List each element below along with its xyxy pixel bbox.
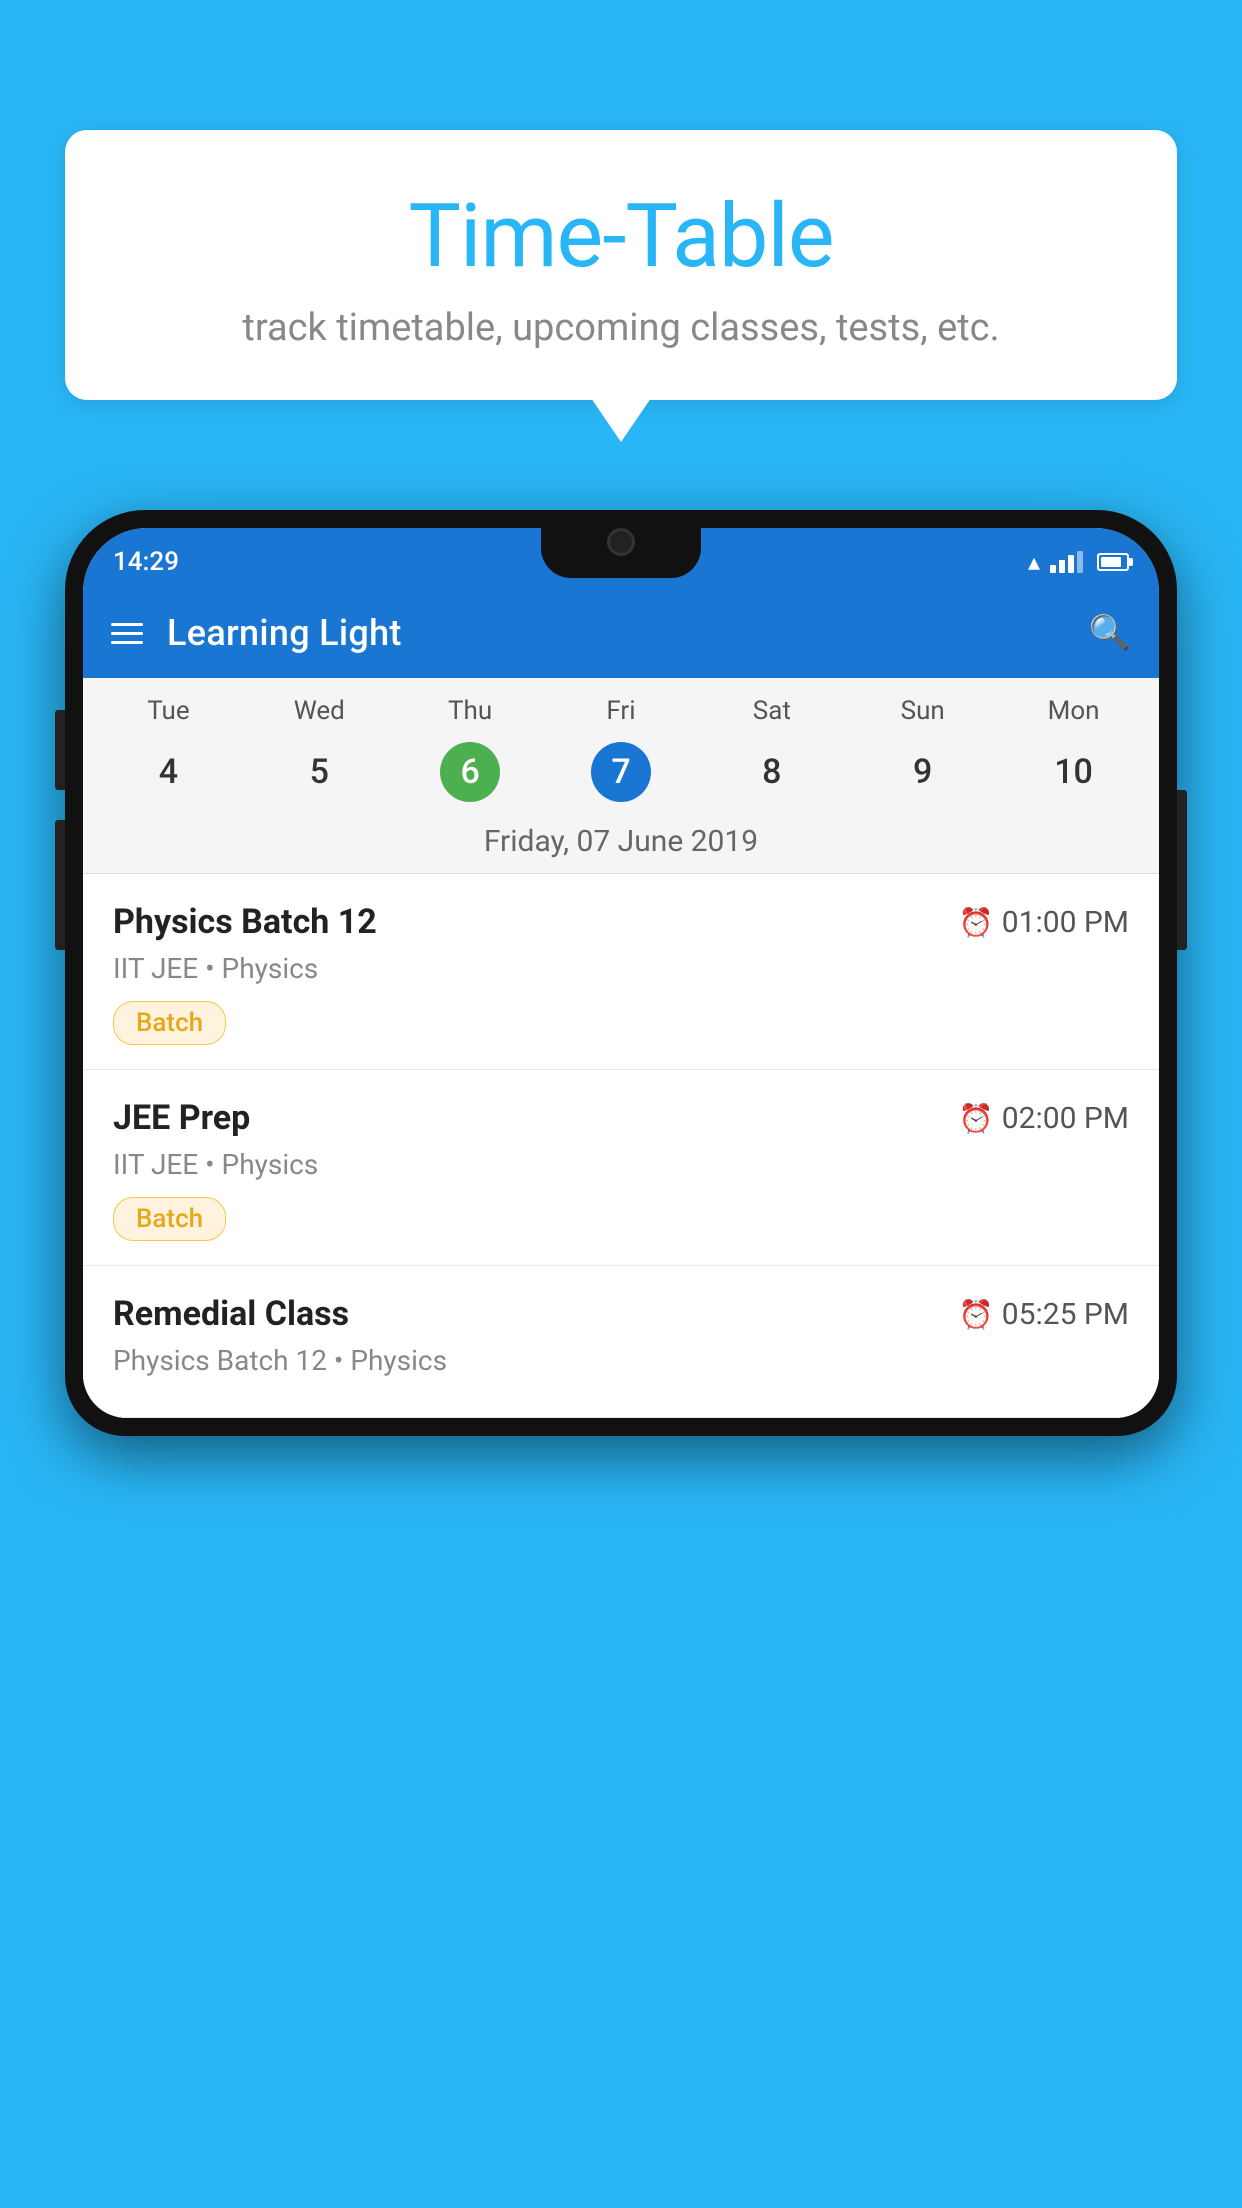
- speech-bubble-section: Time-Table track timetable, upcoming cla…: [65, 130, 1177, 400]
- app-bar: Learning Light 🔍: [83, 588, 1159, 678]
- class-item-jee-prep[interactable]: JEE Prep ⏰ 02:00 PM IIT JEE • Physics Ba…: [83, 1070, 1159, 1266]
- class-name-1: Physics Batch 12: [113, 902, 377, 942]
- batch-tag-1: Batch: [113, 1001, 226, 1045]
- class-header-2: JEE Prep ⏰ 02:00 PM: [113, 1098, 1129, 1138]
- bubble-title: Time-Table: [105, 185, 1137, 288]
- class-time-2: ⏰ 02:00 PM: [959, 1101, 1129, 1136]
- days-header: Tue Wed Thu Fri Sat Sun Mon: [83, 678, 1159, 734]
- day-wed: Wed: [244, 696, 395, 726]
- class-meta-1: IIT JEE • Physics: [113, 952, 1129, 985]
- class-header-3: Remedial Class ⏰ 05:25 PM: [113, 1294, 1129, 1334]
- hamburger-menu-icon[interactable]: [111, 623, 143, 644]
- class-name-3: Remedial Class: [113, 1294, 349, 1334]
- batch-tag-2: Batch: [113, 1197, 226, 1241]
- date-5[interactable]: 5: [244, 738, 395, 806]
- class-time-1: ⏰ 01:00 PM: [959, 905, 1129, 940]
- day-sat: Sat: [696, 696, 847, 726]
- phone-button-vol: [55, 820, 65, 950]
- phone-frame: 14:29 ▴: [65, 510, 1177, 2208]
- date-7-selected[interactable]: 7: [546, 738, 697, 806]
- class-time-3: ⏰ 05:25 PM: [959, 1297, 1129, 1332]
- day-fri: Fri: [546, 696, 697, 726]
- day-tue: Tue: [93, 696, 244, 726]
- class-list: Physics Batch 12 ⏰ 01:00 PM IIT JEE • Ph…: [83, 874, 1159, 1418]
- class-time-value-3: 05:25 PM: [1002, 1297, 1129, 1332]
- class-time-value-1: 01:00 PM: [1002, 905, 1129, 940]
- date-4[interactable]: 4: [93, 738, 244, 806]
- phone-screen: 14:29 ▴: [83, 528, 1159, 1418]
- date-10[interactable]: 10: [998, 738, 1149, 806]
- day-mon: Mon: [998, 696, 1149, 726]
- day-thu: Thu: [395, 696, 546, 726]
- day-sun: Sun: [847, 696, 998, 726]
- phone-button-right: [1177, 790, 1187, 950]
- speech-bubble: Time-Table track timetable, upcoming cla…: [65, 130, 1177, 400]
- signal-bars-icon: [1050, 551, 1083, 573]
- phone-outer: 14:29 ▴: [65, 510, 1177, 1436]
- date-6-today[interactable]: 6: [395, 738, 546, 806]
- wifi-icon: ▴: [1028, 548, 1040, 576]
- clock-icon-1: ⏰: [959, 906, 994, 939]
- class-item-remedial[interactable]: Remedial Class ⏰ 05:25 PM Physics Batch …: [83, 1266, 1159, 1418]
- bubble-subtitle: track timetable, upcoming classes, tests…: [105, 306, 1137, 350]
- dates-row: 4 5 6 7 8 9: [83, 734, 1159, 818]
- selected-date-label: Friday, 07 June 2019: [83, 818, 1159, 874]
- status-icons: ▴: [1028, 548, 1129, 576]
- class-item-physics-batch-12[interactable]: Physics Batch 12 ⏰ 01:00 PM IIT JEE • Ph…: [83, 874, 1159, 1070]
- search-icon[interactable]: 🔍: [1089, 613, 1131, 653]
- class-time-value-2: 02:00 PM: [1002, 1101, 1129, 1136]
- phone-camera: [607, 528, 635, 556]
- calendar-section: Tue Wed Thu Fri Sat Sun Mon 4 5: [83, 678, 1159, 874]
- clock-icon-3: ⏰: [959, 1298, 994, 1331]
- class-meta-3: Physics Batch 12 • Physics: [113, 1344, 1129, 1377]
- status-time: 14:29: [113, 547, 179, 577]
- phone-button-left: [55, 710, 65, 790]
- clock-icon-2: ⏰: [959, 1102, 994, 1135]
- app-title: Learning Light: [167, 612, 1065, 654]
- date-9[interactable]: 9: [847, 738, 998, 806]
- date-8[interactable]: 8: [696, 738, 847, 806]
- battery-icon: [1097, 553, 1129, 571]
- class-meta-2: IIT JEE • Physics: [113, 1148, 1129, 1181]
- class-name-2: JEE Prep: [113, 1098, 250, 1138]
- class-header-1: Physics Batch 12 ⏰ 01:00 PM: [113, 902, 1129, 942]
